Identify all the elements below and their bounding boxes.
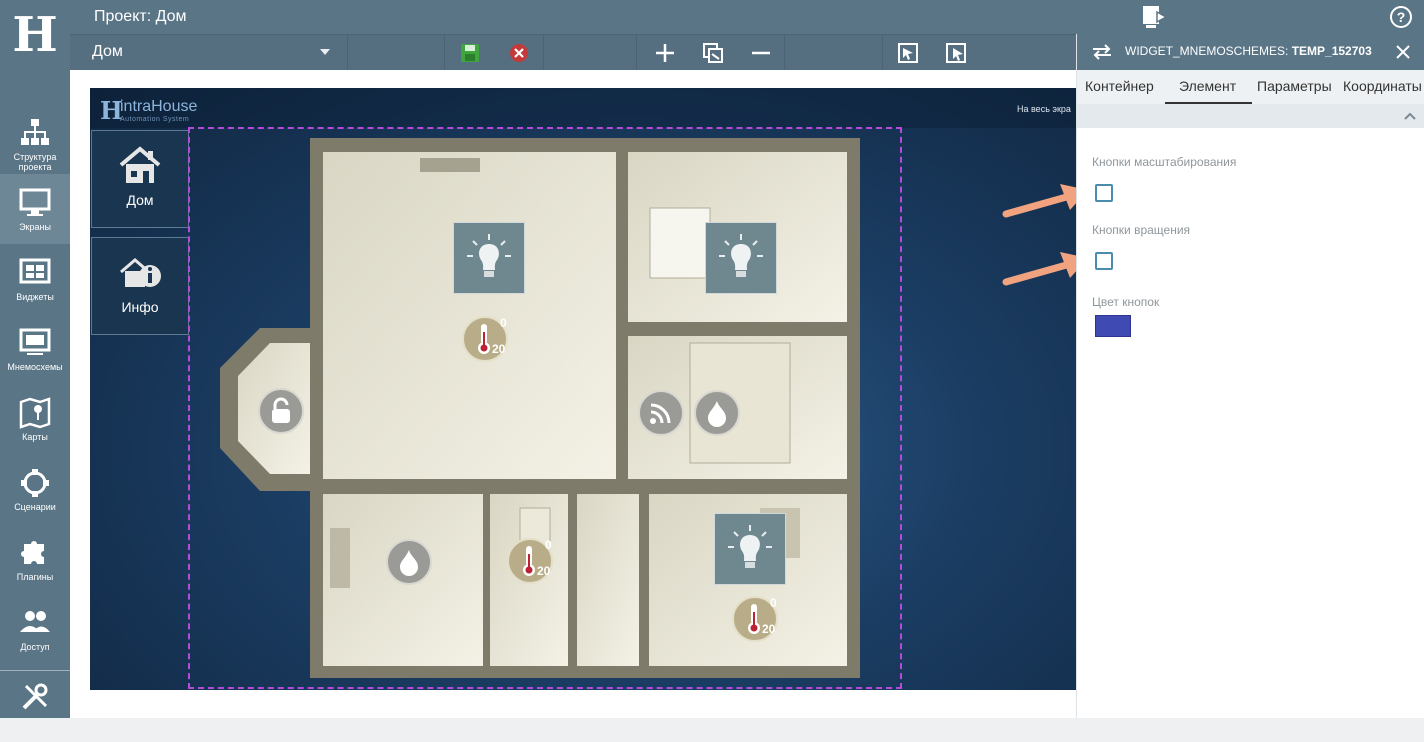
cancel-button[interactable] <box>507 41 531 65</box>
button-color-label: Цвет кнопок <box>1092 295 1160 309</box>
screen-select[interactable]: Дом <box>70 35 348 71</box>
panel-header: WIDGET_MNEMOSCHEMES: TEMP_152703 <box>1077 34 1424 70</box>
selection-frame[interactable] <box>188 127 902 689</box>
sidebar-item-structure[interactable]: Структура проекта <box>0 104 70 174</box>
plus-icon <box>656 44 674 62</box>
sidebar-item-label: Доступ <box>20 642 50 652</box>
scenario-icon <box>21 469 49 497</box>
sidebar-item-label: Мнемосхемы <box>7 362 63 372</box>
copy-icon <box>703 43 723 63</box>
monitor-icon <box>19 188 51 216</box>
add-button[interactable] <box>653 41 677 65</box>
screen-select-value: Дом <box>92 43 123 60</box>
sidebar-item-mnemoschemes[interactable]: Мнемосхемы <box>0 314 70 384</box>
sidebar-item-access[interactable]: Доступ <box>0 594 70 664</box>
cursor-select-button[interactable] <box>944 41 968 65</box>
sidebar-divider <box>0 670 70 671</box>
sidebar-item-plugins[interactable]: Плагины <box>0 524 70 594</box>
nav-tile-label: Инфо <box>121 299 159 315</box>
puzzle-icon <box>21 541 44 564</box>
map-icon <box>19 397 51 429</box>
sidebar-item-screens[interactable]: Экраны <box>0 174 70 244</box>
tab-parameters[interactable]: Параметры <box>1257 78 1332 94</box>
sidebar-item-label: Плагины <box>16 572 54 582</box>
select-icon <box>898 43 918 63</box>
sidebar-item-widgets[interactable]: Виджеты <box>0 244 70 314</box>
copy-button[interactable] <box>701 41 725 65</box>
zoom-buttons-label: Кнопки масштабирования <box>1092 155 1237 169</box>
project-title: Проект: Дом <box>94 8 187 25</box>
nav-tile-home[interactable]: Дом <box>91 130 189 228</box>
panel-title: WIDGET_MNEMOSCHEMES: TEMP_152703 <box>1125 44 1387 58</box>
save-icon <box>461 44 479 62</box>
tab-coordinates[interactable]: Координаты <box>1343 78 1422 94</box>
logo-letter: H <box>12 7 58 63</box>
save-button[interactable] <box>458 41 482 65</box>
fullscreen-link[interactable]: На весь экра <box>1017 104 1071 114</box>
panel-tabs: Контейнер Элемент Параметры Координаты <box>1077 70 1424 104</box>
brand-title: intraHouse <box>120 98 198 115</box>
brand-logo: H intraHouse Automation System <box>100 96 198 125</box>
info-icon <box>120 258 161 287</box>
section-collapse-bar[interactable] <box>1077 104 1424 128</box>
rotate-buttons-label: Кнопки вращения <box>1092 223 1191 237</box>
nav-tile-info[interactable]: Инфо <box>91 237 189 335</box>
toolbar-divider <box>444 35 445 71</box>
swap-icon[interactable] <box>1091 43 1113 61</box>
users-icon <box>20 611 50 632</box>
sidebar-item-tools[interactable] <box>0 672 70 742</box>
tab-element[interactable]: Элемент <box>1179 78 1236 94</box>
screen-preview: H intraHouse Automation System На весь э… <box>90 88 1076 690</box>
tools-icon <box>22 683 48 710</box>
editor-toolbar: Дом <box>70 34 1076 71</box>
house-icon <box>119 146 161 183</box>
toolbar-divider <box>882 35 883 71</box>
rotate-buttons-checkbox[interactable] <box>1095 252 1113 270</box>
screen-header <box>90 88 1076 128</box>
top-bar: Проект: Дом ? <box>70 0 1424 34</box>
sidebar-item-label: Карты <box>22 432 48 442</box>
brand-subtitle: Automation System <box>120 116 190 123</box>
select-area-button[interactable] <box>896 41 920 65</box>
nav-tile-label: Дом <box>126 192 154 208</box>
help-icon[interactable]: ? <box>1390 6 1412 28</box>
widgets-icon <box>19 258 51 284</box>
toolbar-divider <box>784 35 785 71</box>
chevron-up-icon <box>1404 112 1416 120</box>
properties-panel: WIDGET_MNEMOSCHEMES: TEMP_152703 Контейн… <box>1076 34 1424 718</box>
toolbar-divider <box>636 35 637 71</box>
cancel-icon <box>510 44 528 62</box>
chevron-down-icon <box>320 49 330 55</box>
sidebar-item-label: Сценарии <box>14 502 56 512</box>
tab-container[interactable]: Контейнер <box>1085 78 1154 94</box>
panel-title-id: TEMP_152703 <box>1291 44 1372 58</box>
close-icon[interactable] <box>1395 44 1411 60</box>
mnemoscheme-icon <box>19 328 51 355</box>
remove-button[interactable] <box>749 41 773 65</box>
button-color-swatch[interactable] <box>1095 315 1131 337</box>
left-sidebar: H Структура проекта Экраны Виджеты Мнемо… <box>0 0 70 718</box>
preview-icon[interactable] <box>1140 4 1168 30</box>
cursor-select-icon <box>946 43 966 63</box>
panel-title-prefix: WIDGET_MNEMOSCHEMES: <box>1125 44 1289 58</box>
app-logo[interactable]: H <box>0 0 70 70</box>
zoom-buttons-checkbox[interactable] <box>1095 184 1113 202</box>
sidebar-item-maps[interactable]: Карты <box>0 384 70 454</box>
sidebar-item-label: Экраны <box>19 222 51 232</box>
structure-icon <box>21 119 49 145</box>
sidebar-item-label: Виджеты <box>16 292 54 302</box>
sidebar-item-label: Структура проекта <box>13 152 57 172</box>
minus-icon <box>752 51 770 55</box>
sidebar-item-scenarios[interactable]: Сценарии <box>0 454 70 524</box>
toolbar-divider <box>543 35 544 71</box>
